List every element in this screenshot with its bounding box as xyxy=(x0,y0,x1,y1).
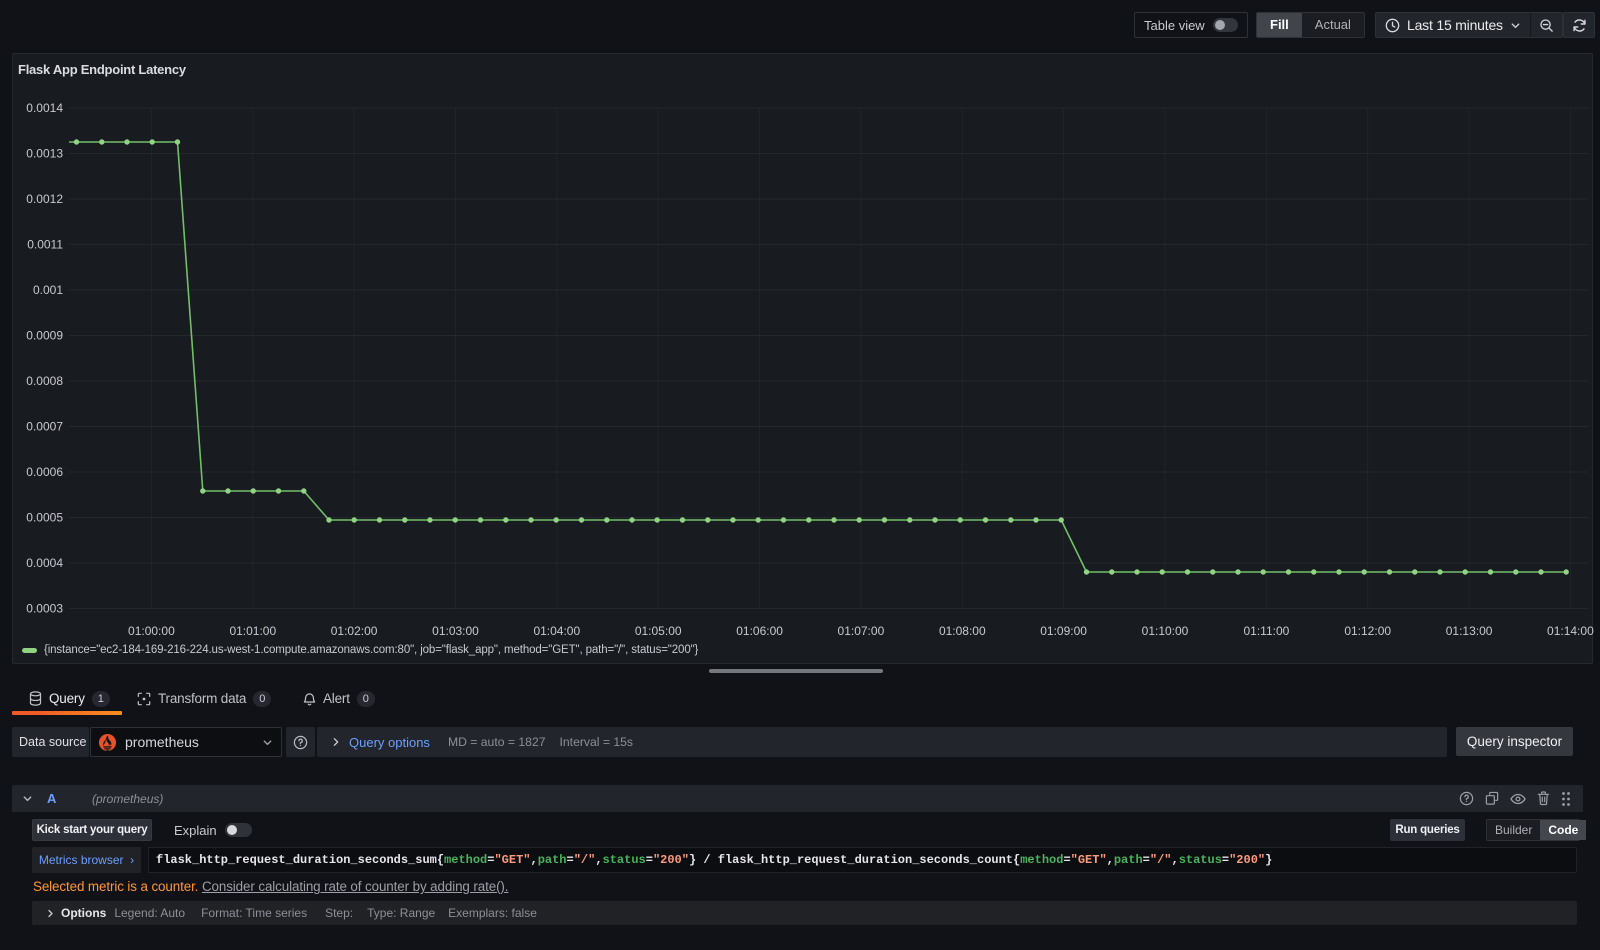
svg-text:01:02:00: 01:02:00 xyxy=(331,624,378,638)
svg-text:0.0008: 0.0008 xyxy=(26,374,63,388)
svg-text:0.0011: 0.0011 xyxy=(27,238,63,252)
svg-text:0.0005: 0.0005 xyxy=(26,511,63,525)
svg-text:01:05:00: 01:05:00 xyxy=(635,624,682,638)
svg-text:01:01:00: 01:01:00 xyxy=(229,624,276,638)
svg-text:01:04:00: 01:04:00 xyxy=(533,624,580,638)
svg-text:01:10:00: 01:10:00 xyxy=(1142,624,1189,638)
svg-text:01:00:00: 01:00:00 xyxy=(128,624,175,638)
svg-text:01:08:00: 01:08:00 xyxy=(939,624,986,638)
svg-text:0.001: 0.001 xyxy=(33,283,63,297)
svg-text:01:09:00: 01:09:00 xyxy=(1040,624,1087,638)
svg-text:01:14:00: 01:14:00 xyxy=(1547,624,1594,638)
svg-text:01:13:00: 01:13:00 xyxy=(1446,624,1493,638)
svg-text:0.0014: 0.0014 xyxy=(26,101,63,115)
svg-text:0.0007: 0.0007 xyxy=(26,420,63,434)
svg-text:01:12:00: 01:12:00 xyxy=(1344,624,1391,638)
svg-text:0.0006: 0.0006 xyxy=(26,465,63,479)
svg-text:0.0003: 0.0003 xyxy=(26,602,63,616)
svg-text:0.0013: 0.0013 xyxy=(26,147,63,161)
svg-text:01:03:00: 01:03:00 xyxy=(432,624,479,638)
svg-text:0.0009: 0.0009 xyxy=(26,329,63,343)
svg-text:01:06:00: 01:06:00 xyxy=(736,624,783,638)
svg-text:0.0012: 0.0012 xyxy=(26,192,63,206)
svg-text:01:07:00: 01:07:00 xyxy=(838,624,885,638)
svg-text:01:11:00: 01:11:00 xyxy=(1243,624,1289,638)
svg-text:0.0004: 0.0004 xyxy=(26,556,63,570)
